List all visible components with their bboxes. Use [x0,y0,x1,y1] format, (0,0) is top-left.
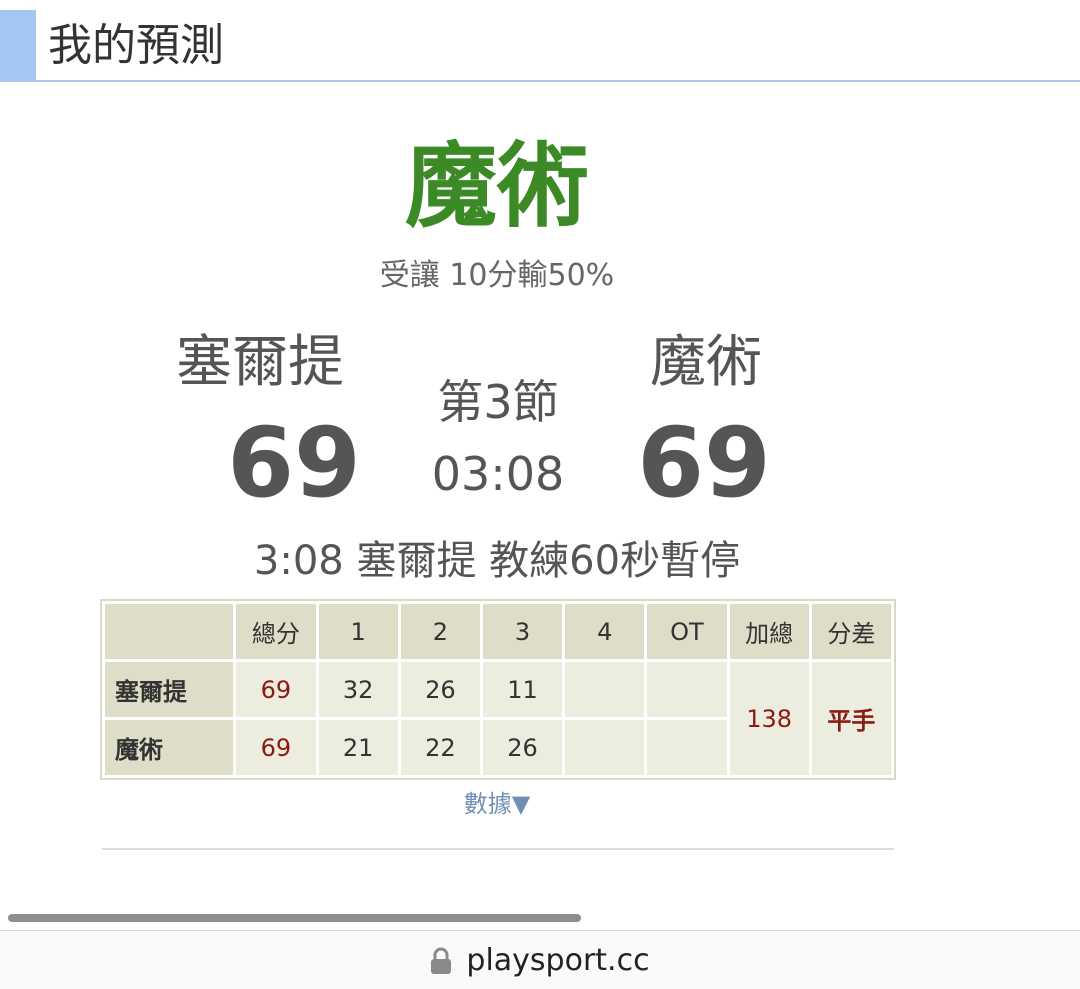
row-q1-score: 32 [318,662,398,717]
table-header-cell: 1 [318,604,398,659]
section-title: 我的預測 [48,20,224,71]
stats-toggle-link[interactable]: 數據▼ [0,786,994,822]
away-team-name: 魔術 [650,330,762,395]
table-header-cell: 2 [400,604,480,659]
row-q4-score [565,662,645,717]
combined-total: 138 [729,662,809,775]
away-team-score: 69 [637,407,771,519]
horizontal-scrollbar[interactable] [8,914,581,922]
table-row: 塞爾提 69 32 26 11 138 平手 [105,662,891,775]
divider [102,848,894,850]
row-q2-score: 22 [400,720,480,775]
section-header: 我的預測 [0,10,1080,82]
row-ot-score [647,720,727,775]
score-table: 總分 1 2 3 4 OT 加總 分差 塞爾提 69 32 26 11 138 … [100,599,896,780]
table-header-cell: 3 [482,604,563,659]
row-total-score: 69 [236,720,316,775]
row-q3-score: 26 [482,720,563,775]
row-q2-score: 26 [400,662,480,717]
home-team-name: 塞爾提 [176,330,344,395]
prediction-description: 受讓 10分輸50% [379,258,615,293]
url-text: playsport.cc [466,943,650,978]
row-q3-score: 11 [482,662,563,717]
table-header-cell: 4 [565,604,645,659]
row-total-score: 69 [236,662,316,717]
page: 我的預測 魔術 受讓 10分輸50% 塞爾提 69 第3節 03:08 魔術 6… [0,0,1080,989]
score-difference: 平手 [811,662,891,775]
game-event-text: 3:08 塞爾提 教練60秒暫停 [253,538,741,584]
header-accent-bar [0,10,36,80]
row-q1-score: 21 [318,720,398,775]
lock-icon [431,947,452,974]
row-q4-score [565,720,645,775]
row-team-name: 塞爾提 [105,662,234,717]
predicted-team: 魔術 [404,133,589,240]
table-header-cell: OT [647,604,727,659]
browser-url-bar[interactable]: playsport.cc [0,930,1080,989]
table-header-cell: 總分 [236,604,316,659]
table-header-cell [105,604,234,659]
row-ot-score [647,662,727,717]
table-header-cell: 加總 [729,604,809,659]
table-header-cell: 分差 [811,604,891,659]
table-header-row: 總分 1 2 3 4 OT 加總 分差 [105,604,891,659]
row-team-name: 魔術 [105,720,234,775]
